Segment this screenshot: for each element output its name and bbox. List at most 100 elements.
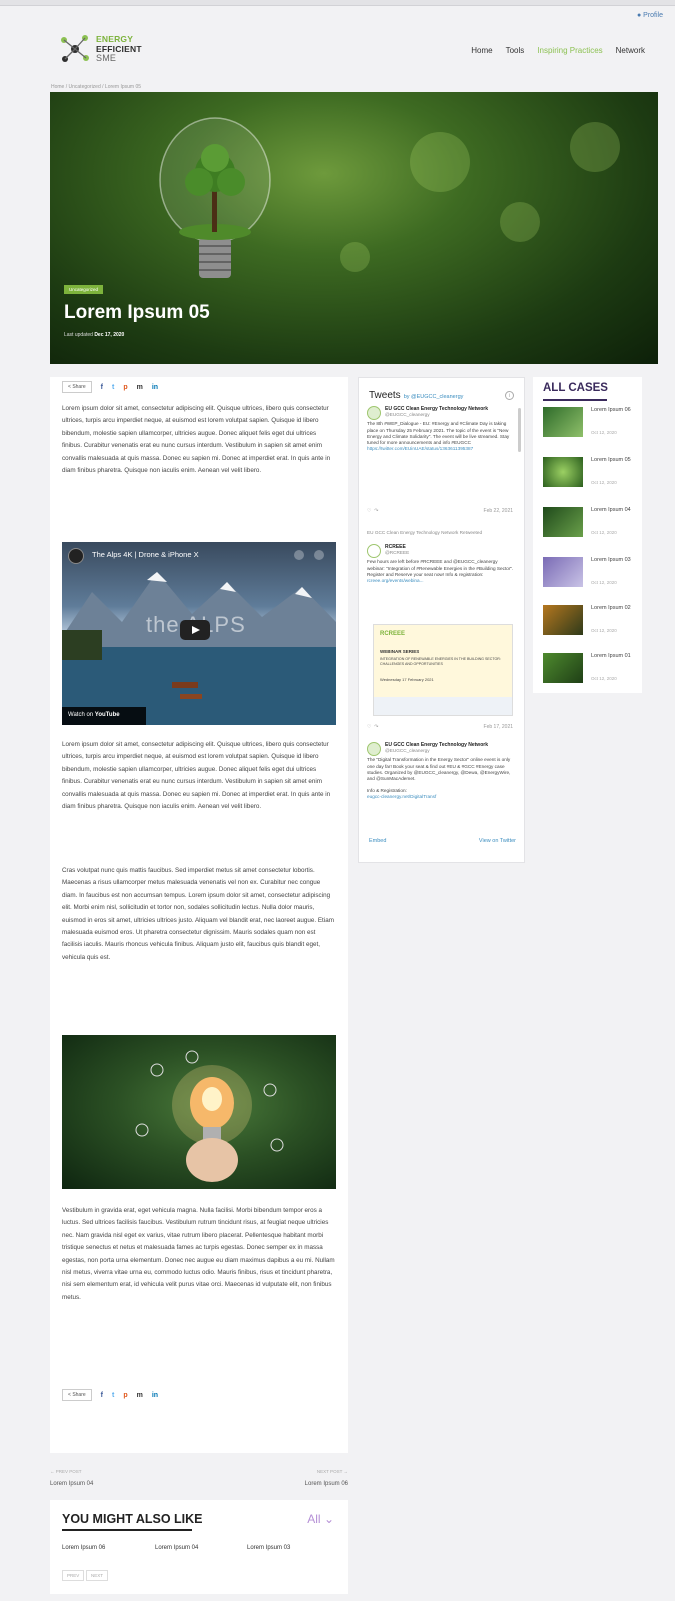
tweet-link[interactable]: eugcc-cleanergy.net/DigitalTransf: [367, 794, 515, 800]
profile-link[interactable]: ● Profile: [637, 12, 663, 19]
tweet-actions: ♡ ↷ Feb 17, 2021: [367, 724, 515, 730]
share-button[interactable]: < Share: [62, 1389, 92, 1401]
case-title[interactable]: Lorem Ipsum 02: [591, 605, 637, 612]
case-item[interactable]: Lorem Ipsum 02 Oct 12, 2020: [543, 605, 638, 645]
prev-post-link[interactable]: Lorem Ipsum 04: [50, 1481, 93, 1487]
tweets-by[interactable]: by @EUGCC_cleanergy: [404, 394, 464, 400]
video-title[interactable]: The Alps 4K | Drone & iPhone X: [92, 550, 199, 559]
twitter-icon[interactable]: t: [112, 384, 114, 391]
channel-avatar[interactable]: [68, 548, 84, 564]
watch-later-icon[interactable]: [294, 550, 304, 560]
case-item[interactable]: Lorem Ipsum 06 Oct 12, 2020: [543, 407, 638, 447]
nav-network[interactable]: Network: [616, 46, 645, 55]
tweet-link[interactable]: rcreee.org/events/webina...: [367, 578, 515, 584]
share-tweet-icon[interactable]: ↷: [374, 508, 378, 514]
avatar[interactable]: [367, 544, 381, 558]
next-post-label[interactable]: NEXT POST →: [317, 1469, 348, 1474]
tweet[interactable]: RCREEE @RCREEE Few hours are left before…: [367, 544, 515, 584]
avatar[interactable]: [367, 406, 381, 420]
related-next-button[interactable]: NEXT: [86, 1570, 109, 1581]
next-post-link[interactable]: Lorem Ipsum 06: [305, 1481, 348, 1487]
share-video-icon[interactable]: [314, 550, 324, 560]
tweet-handle[interactable]: @RCREEE: [385, 550, 515, 556]
hero-bokeh: [340, 242, 370, 272]
facebook-icon[interactable]: f: [101, 384, 103, 391]
related-item[interactable]: Lorem Ipsum 06: [62, 1545, 105, 1551]
case-title[interactable]: Lorem Ipsum 06: [591, 407, 637, 414]
youtube-embed[interactable]: The Alps 4K | Drone & iPhone X the ALPS …: [62, 542, 336, 725]
all-cases-underline: [543, 399, 607, 401]
logo-text: ENERGY EFFICIENT SME: [96, 34, 142, 64]
related-heading: YOU MIGHT ALSO LIKE: [62, 1512, 203, 1526]
nav-inspiring-practices[interactable]: Inspiring Practices: [537, 46, 602, 55]
timeline-scrollbar[interactable]: [518, 408, 521, 452]
case-date: Oct 12, 2020: [591, 530, 617, 535]
tweet-text: Few hours are left before #RCREEE and @E…: [367, 559, 514, 577]
case-thumbnail[interactable]: [543, 507, 583, 537]
info-icon[interactable]: i: [505, 391, 514, 400]
twitter-icon[interactable]: t: [112, 1392, 114, 1399]
linkedin-icon[interactable]: in: [152, 384, 158, 391]
post-navigation: ← PREV POST Lorem Ipsum 04 NEXT POST → L…: [50, 1465, 348, 1495]
share-bar-top: < Share f t p m in: [62, 381, 158, 393]
case-title[interactable]: Lorem Ipsum 03: [591, 557, 637, 564]
case-thumbnail[interactable]: [543, 557, 583, 587]
lightbulb-hand-illustration: [135, 1050, 284, 1182]
share-tweet-icon[interactable]: ↷: [374, 724, 378, 730]
tweet[interactable]: EU GCC Clean Energy Technology Network @…: [367, 406, 515, 452]
view-on-twitter-link[interactable]: View on Twitter: [479, 838, 516, 844]
category-badge[interactable]: Uncategorized: [64, 285, 104, 294]
case-title[interactable]: Lorem Ipsum 04: [591, 507, 637, 514]
case-thumbnail[interactable]: [543, 653, 583, 683]
facebook-icon[interactable]: f: [101, 1392, 103, 1399]
nav-tools[interactable]: Tools: [506, 46, 525, 55]
related-filter[interactable]: All ⌄: [307, 1512, 334, 1526]
twitter-timeline: Tweets by @EUGCC_cleanergy i EU GCC Clean…: [358, 377, 525, 863]
case-item[interactable]: Lorem Ipsum 05 Oct 12, 2020: [543, 457, 638, 497]
case-item[interactable]: Lorem Ipsum 03 Oct 12, 2020: [543, 557, 638, 597]
reddit-icon[interactable]: p: [123, 1392, 127, 1399]
updated-date: Dec 17, 2020: [94, 332, 125, 338]
hero-image: Uncategorized Lorem Ipsum 05 Last update…: [50, 92, 658, 364]
related-item[interactable]: Lorem Ipsum 04: [155, 1545, 198, 1551]
article-card: < Share f t p m in Lorem ipsum dolor sit…: [50, 377, 348, 1453]
embed-date: Wednesday 17 February 2021: [380, 677, 434, 682]
case-thumbnail[interactable]: [543, 407, 583, 437]
tweet-media-card[interactable]: RCREEE WEBINAR SERIES INTEGRATION OF REN…: [373, 624, 513, 716]
case-title[interactable]: Lorem Ipsum 01: [591, 653, 637, 660]
tweet[interactable]: EU GCC Clean Energy Technology Network @…: [367, 742, 515, 801]
case-title[interactable]: Lorem Ipsum 05: [591, 457, 637, 464]
nav-home[interactable]: Home: [471, 46, 492, 55]
tweet-date[interactable]: Feb 22, 2021: [484, 508, 513, 514]
case-thumbnail[interactable]: [543, 457, 583, 487]
watch-on-label: Watch on: [68, 712, 94, 718]
email-icon[interactable]: m: [137, 384, 143, 391]
heart-icon[interactable]: ♡: [367, 508, 371, 514]
tweet-link[interactable]: https://twitter.com/EUinUAE/status/13636…: [367, 446, 515, 452]
next-post-label-text: NEXT POST: [316, 1469, 343, 1474]
page-title: Lorem Ipsum 05: [64, 302, 210, 323]
email-icon[interactable]: m: [137, 1392, 143, 1399]
case-thumbnail[interactable]: [543, 605, 583, 635]
embed-sub: INTEGRATION OF RENEWABLE ENERGIES IN THE…: [380, 657, 501, 666]
heart-icon[interactable]: ♡: [367, 724, 371, 730]
tweet-handle[interactable]: @EUGCC_cleanergy: [385, 748, 515, 754]
tweet-handle[interactable]: @EUGCC_cleanergy: [385, 412, 515, 418]
case-item[interactable]: Lorem Ipsum 01 Oct 12, 2020: [543, 653, 638, 693]
related-prev-button[interactable]: PREV: [62, 1570, 85, 1581]
related-item[interactable]: Lorem Ipsum 03: [247, 1545, 290, 1551]
profile-label: Profile: [643, 12, 663, 19]
share-button[interactable]: < Share: [62, 381, 92, 393]
embed-link[interactable]: Embed: [369, 838, 386, 844]
reddit-icon[interactable]: p: [123, 384, 127, 391]
case-date: Oct 12, 2020: [591, 430, 617, 435]
play-button[interactable]: [180, 620, 210, 640]
avatar[interactable]: [367, 742, 381, 756]
tweet-date[interactable]: Feb 17, 2021: [484, 724, 513, 730]
linkedin-icon[interactable]: in: [152, 1392, 158, 1399]
watch-on-youtube[interactable]: Watch on YouTube: [62, 707, 146, 725]
prev-post-label[interactable]: ← PREV POST: [50, 1469, 82, 1474]
site-logo[interactable]: ENERGY EFFICIENT SME: [58, 32, 168, 72]
breadcrumb[interactable]: Home / Uncategorized / Lorem Ipsum 05: [51, 84, 141, 90]
case-item[interactable]: Lorem Ipsum 04 Oct 12, 2020: [543, 507, 638, 547]
